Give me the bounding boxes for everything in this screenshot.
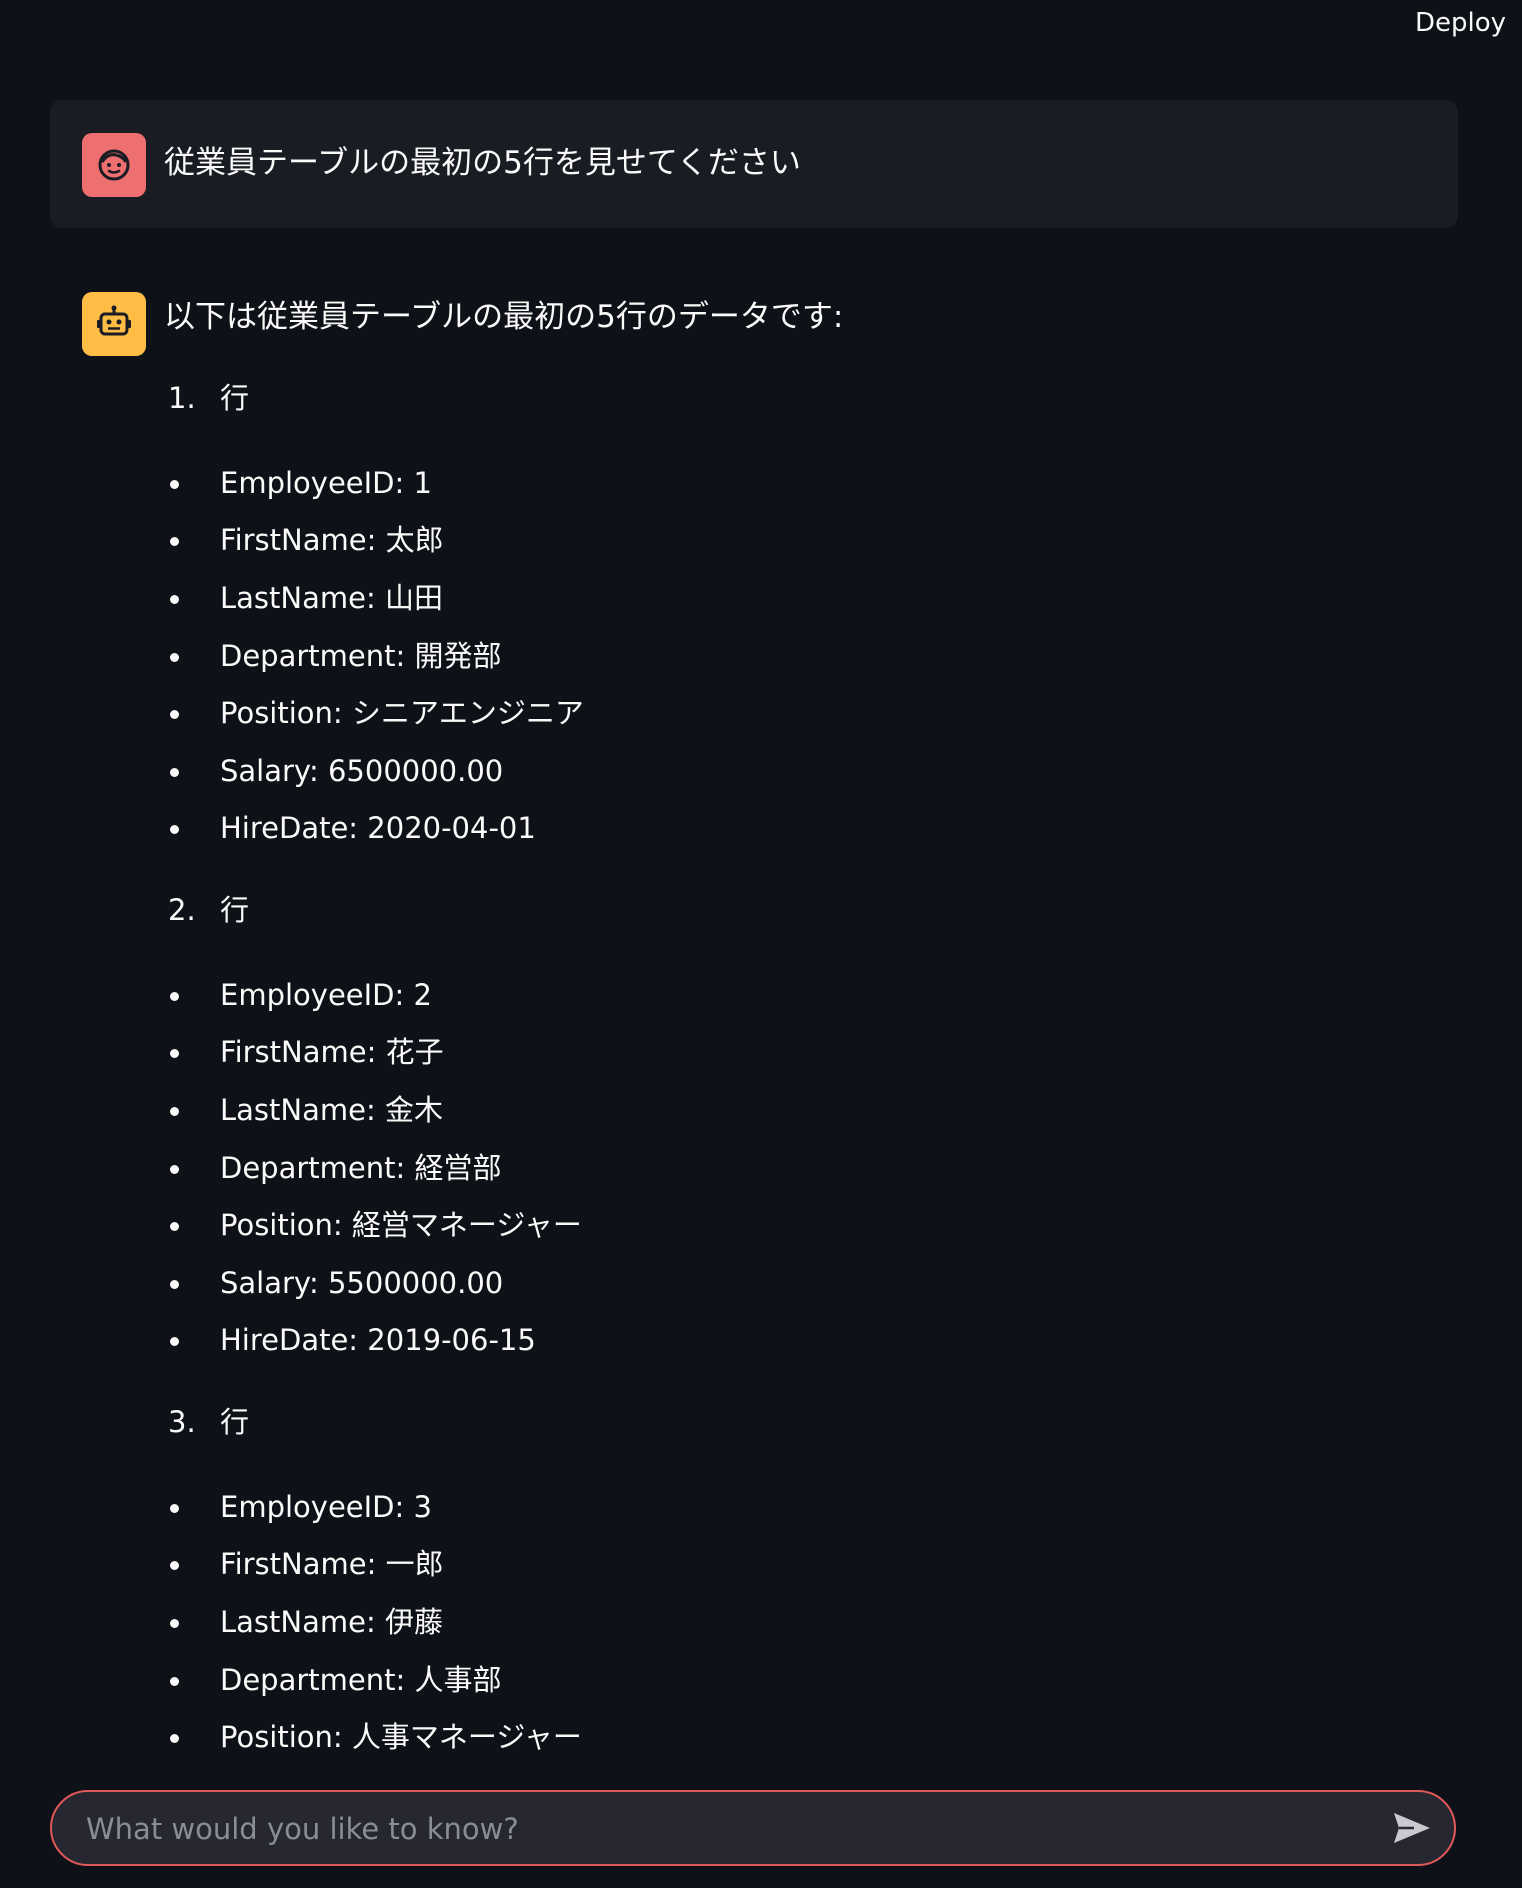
bullet: [170, 710, 179, 719]
bullet: [170, 480, 179, 489]
user-message: 従業員テーブルの最初の5行を見せてください: [50, 100, 1458, 228]
field-text: FirstName: 太郎: [220, 523, 444, 557]
row-number: 3.: [168, 1405, 196, 1439]
field-text: LastName: 山田: [220, 581, 443, 615]
bullet: [170, 595, 179, 604]
bullet: [170, 1504, 179, 1513]
bullet: [170, 1619, 179, 1628]
field-text: HireDate: 2019-06-15: [220, 1323, 536, 1357]
assistant-intro-text: 以下は従業員テーブルの最初の5行のデータです:: [164, 299, 844, 335]
field-text: FirstName: 花子: [220, 1035, 444, 1069]
bullet: [170, 1677, 179, 1686]
row-heading: 3. 行: [168, 1402, 249, 1442]
bullet: [170, 653, 179, 662]
chat-input[interactable]: [84, 1792, 1368, 1866]
bullet: [170, 1337, 179, 1346]
field-text: Salary: 5500000.00: [220, 1266, 504, 1300]
bullet: [170, 1107, 179, 1116]
field-text: Position: 人事マネージャー: [220, 1720, 582, 1754]
field-text: EmployeeID: 1: [220, 466, 432, 500]
row-number: 2.: [168, 893, 196, 927]
field-text: Department: 開発部: [220, 639, 502, 673]
bullet: [170, 1280, 179, 1289]
field-text: Department: 人事部: [220, 1663, 502, 1697]
bullet: [170, 1222, 179, 1231]
deploy-button[interactable]: Deploy: [1413, 6, 1508, 40]
field-text: Position: 経営マネージャー: [220, 1208, 582, 1242]
bullet: [170, 537, 179, 546]
row-number: 1.: [168, 381, 196, 415]
bullet: [170, 1561, 179, 1570]
field-text: HireDate: 2020-04-01: [220, 811, 536, 845]
chat-input-box: [50, 1790, 1456, 1866]
row-label: 行: [220, 1405, 250, 1439]
field-text: Salary: 6500000.00: [220, 754, 504, 788]
row-label: 行: [220, 893, 250, 927]
robot-icon: [97, 305, 131, 336]
send-icon[interactable]: [1392, 1810, 1432, 1846]
row-heading: 2. 行: [168, 890, 249, 930]
field-text: EmployeeID: 3: [220, 1490, 432, 1524]
user-message-text: 従業員テーブルの最初の5行を見せてください: [164, 145, 801, 181]
field-text: EmployeeID: 2: [220, 978, 432, 1012]
field-text: Department: 経営部: [220, 1151, 502, 1185]
bullet: [170, 768, 179, 777]
field-text: LastName: 伊藤: [220, 1605, 443, 1639]
row-label: 行: [220, 381, 250, 415]
field-text: Position: シニアエンジニア: [220, 696, 584, 730]
top-header: Deploy: [0, 0, 1522, 48]
user-avatar: [82, 133, 146, 197]
bullet: [170, 992, 179, 1001]
row-heading: 1. 行: [168, 378, 249, 418]
field-text: LastName: 金木: [220, 1093, 443, 1127]
bullet: [170, 825, 179, 834]
chat-app: Deploy 従業員テーブルの最初の5行を見せてください 以下は従業員テーブルの…: [0, 0, 1522, 1888]
field-text: FirstName: 一郎: [220, 1547, 444, 1581]
bullet: [170, 1049, 179, 1058]
assistant-avatar: [82, 292, 146, 356]
bullet: [170, 1165, 179, 1174]
bullet: [170, 1734, 179, 1743]
face-icon: [98, 149, 130, 181]
